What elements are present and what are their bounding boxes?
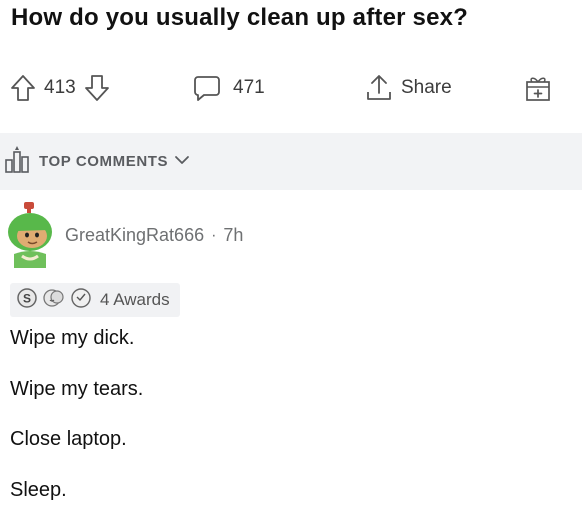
helpful-award-icon [70,287,92,314]
sort-label: TOP COMMENTS [39,153,169,170]
comment-author[interactable]: GreatKingRat666 [65,225,204,246]
post-action-bar: 413 471 Share [0,70,582,114]
comment-count: 471 [233,77,265,98]
share-icon [365,73,393,103]
comment-age: 7h [223,225,244,245]
post-title: How do you usually clean up after sex? [11,4,469,31]
downvote-arrow-icon[interactable] [84,74,110,102]
comments-button[interactable]: 471 [193,74,265,102]
comment-line: Wipe my dick. [10,327,135,349]
vote-control: 413 [10,74,110,102]
comment-line: Sleep. [10,479,67,501]
svg-text:S: S [23,291,31,305]
awards-badge[interactable]: S 4 Awards [10,283,180,317]
comment-header: GreatKingRat666 · 7h [0,198,582,278]
awards-count: 4 Awards [100,290,170,309]
comments-sort-bar[interactable]: TOP COMMENTS [0,133,582,190]
comment-bubble-icon [193,74,221,102]
chevron-down-icon [174,153,190,171]
gift-award-button[interactable] [524,73,552,103]
meta-separator: · [211,226,217,244]
wholesome-award-icon [42,287,66,314]
comment-line: Close laptop. [10,428,127,450]
silver-award-icon: S [16,287,38,314]
gift-award-icon [524,73,552,103]
comment-meta: GreatKingRat666 · 7h [65,225,243,246]
trophy-sort-icon [4,144,30,179]
share-button[interactable]: Share [365,73,452,103]
share-label: Share [401,77,452,98]
avatar[interactable] [2,198,58,270]
comment-line: Wipe my tears. [10,378,144,400]
upvote-arrow-icon[interactable] [10,74,36,102]
vote-score: 413 [44,77,76,98]
